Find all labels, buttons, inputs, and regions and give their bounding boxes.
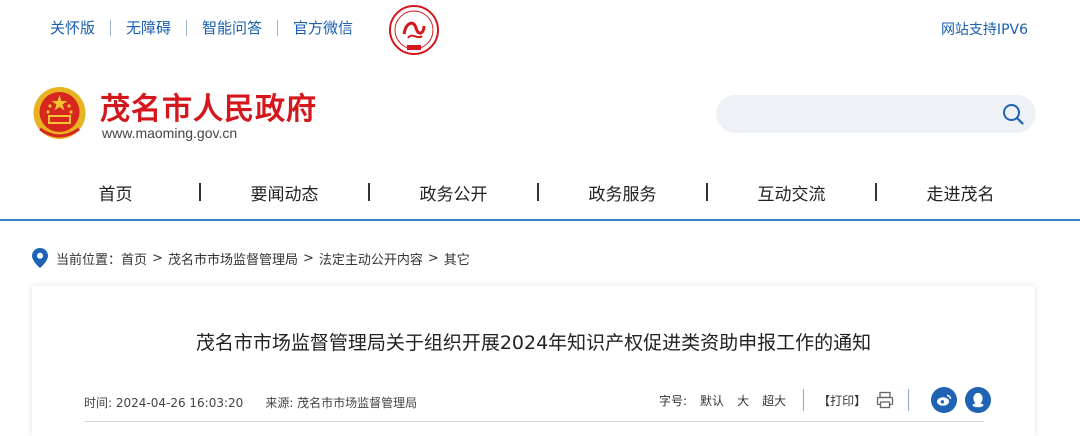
location-pin-icon: [32, 248, 48, 268]
font-size-large-button[interactable]: 大: [737, 392, 749, 409]
divider: [803, 389, 805, 411]
weibo-share-button[interactable]: [931, 387, 958, 413]
article-tools: 字号: 默认 大 超大 【打印】: [659, 386, 992, 414]
nav-about-city[interactable]: 走进茂名: [877, 180, 1044, 205]
search-icon[interactable]: [1002, 103, 1024, 125]
nav-home[interactable]: 首页: [32, 180, 199, 205]
qq-share-button[interactable]: [965, 387, 992, 413]
font-size-xlarge-button[interactable]: 超大: [762, 392, 786, 409]
nav-gov-service[interactable]: 政务服务: [539, 180, 706, 205]
nav-news[interactable]: 要闻动态: [201, 180, 368, 205]
meta-underline: [84, 421, 984, 422]
article-source: 来源: 茂名市市场监督管理局: [265, 396, 418, 410]
article-meta: 时间: 2024-04-26 16:03:20 来源: 茂名市市场监督管理局: [84, 394, 439, 411]
qq-icon: [972, 392, 984, 408]
print-button[interactable]: 【打印】: [818, 392, 866, 409]
breadcrumb-separator: >: [302, 250, 314, 266]
breadcrumb-other[interactable]: 其它: [444, 249, 470, 268]
top-links: 关怀版 无障碍 智能问答 官方微信: [38, 17, 368, 38]
breadcrumb: 当前位置： 首页 > 茂名市市场监督管理局 > 法定主动公开内容 > 其它: [32, 248, 470, 268]
weibo-icon: [937, 394, 952, 406]
search-box: [716, 95, 1036, 133]
breadcrumb-label: 当前位置：: [56, 252, 122, 268]
care-mode-link[interactable]: 关怀版: [38, 17, 110, 38]
accessibility-link[interactable]: 无障碍: [111, 17, 186, 38]
divider: [908, 389, 910, 411]
city-seal-logo[interactable]: [388, 4, 440, 56]
main-nav: 首页 要闻动态 政务公开 政务服务 互动交流 走进茂名: [32, 172, 1048, 212]
wechat-link[interactable]: 官方微信: [278, 17, 368, 38]
breadcrumb-separator: >: [152, 250, 163, 266]
breadcrumb-public-content[interactable]: 法定主动公开内容: [319, 249, 423, 268]
nav-gov-info[interactable]: 政务公开: [370, 180, 537, 205]
site-url: www.maoming.gov.cn: [102, 125, 238, 141]
nav-interaction[interactable]: 互动交流: [708, 180, 875, 205]
article-title: 茂名市市场监督管理局关于组织开展2024年知识产权促进类资助申报工作的通知: [195, 332, 872, 354]
publish-time: 时间: 2024-04-26 16:03:20: [84, 396, 244, 410]
top-bar: 关怀版 无障碍 智能问答 官方微信 网站支持IPV6: [0, 0, 1080, 56]
font-size-default-button[interactable]: 默认: [700, 392, 724, 409]
search-input[interactable]: [734, 95, 998, 133]
national-emblem-icon[interactable]: [32, 85, 87, 143]
smart-qa-link[interactable]: 智能问答: [187, 17, 277, 38]
breadcrumb-home[interactable]: 首页: [121, 249, 147, 268]
breadcrumb-bureau[interactable]: 茂名市市场监督管理局: [168, 249, 298, 268]
ipv6-support-link[interactable]: 网站支持IPV6: [941, 19, 1028, 39]
font-size-label: 字号:: [659, 393, 688, 408]
printer-icon[interactable]: [876, 391, 894, 409]
nav-underline: [0, 219, 1080, 221]
article-card: 茂名市市场监督管理局关于组织开展2024年知识产权促进类资助申报工作的通知 时间…: [32, 286, 1035, 436]
site-name[interactable]: 茂名市人民政府: [100, 84, 317, 128]
breadcrumb-separator: >: [427, 250, 439, 266]
